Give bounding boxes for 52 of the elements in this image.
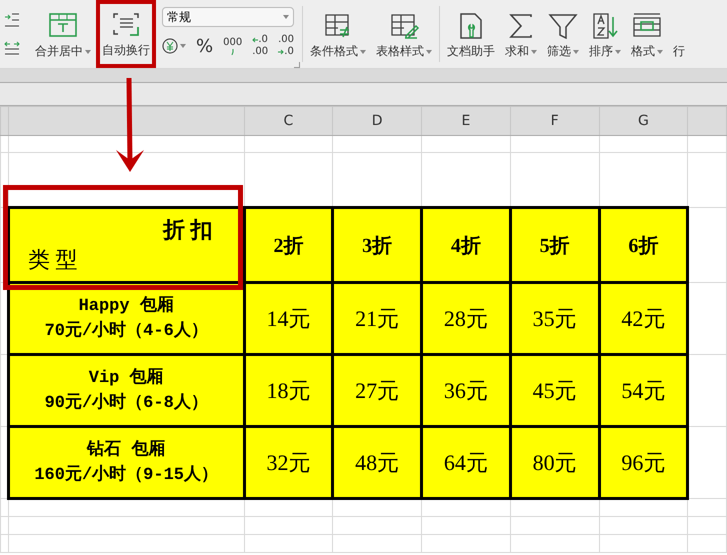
table-cell: 42元	[599, 282, 688, 354]
column-header[interactable]: F	[550, 113, 559, 129]
column-header[interactable]: G	[638, 113, 649, 129]
toolbar-button[interactable]: 行	[668, 0, 690, 68]
column-header[interactable]: E	[461, 113, 470, 129]
table-cell: 64元	[422, 426, 510, 498]
table-cell: 4折	[422, 208, 510, 282]
table-cell: 80元	[510, 426, 600, 498]
toolbar-button[interactable]: 表格样式	[371, 0, 437, 68]
currency-button[interactable]	[162, 38, 186, 54]
table-cell: 36元	[422, 354, 510, 426]
table-cell: 48元	[332, 426, 422, 498]
toolbar-button[interactable]: 筛选	[542, 0, 584, 68]
table-cell: 27元	[332, 354, 422, 426]
toolbar-button[interactable]: 排序	[584, 0, 626, 68]
arrow-icon	[278, 49, 284, 55]
table-cell: 21元	[332, 282, 422, 354]
table-cell: 35元	[510, 282, 600, 354]
table-cell: 钻石 包厢 160元/小时（9-15人）	[8, 426, 244, 498]
toolbar-button[interactable]: 求和	[500, 0, 542, 68]
toolbar-button[interactable]: 条件格式	[305, 0, 371, 68]
caret-icon	[283, 15, 289, 19]
table-cell: 32元	[244, 426, 333, 498]
comma-icon	[230, 48, 235, 54]
decrease-decimal-button[interactable]: .00 .0	[278, 35, 294, 57]
increase-decimal-button[interactable]: .0 .00	[252, 35, 268, 57]
table-cell: 14元	[244, 282, 333, 354]
table-cell: 45元	[510, 354, 600, 426]
table-cell: 18元	[244, 354, 333, 426]
column-header[interactable]: C	[284, 113, 294, 129]
column-header[interactable]: D	[372, 113, 383, 129]
arrow-icon	[252, 37, 258, 43]
thousands-button[interactable]: 000	[223, 38, 242, 54]
toolbar-button[interactable]: 自动换行	[96, 0, 156, 68]
toolbar-button[interactable]: 文档助手	[442, 0, 500, 68]
table-cell: Happy 包厢 70元/小时（4-6人）	[8, 282, 244, 354]
table-cell: 28元	[422, 282, 510, 354]
table-cell: Vip 包厢 90元/小时（6-8人）	[8, 354, 244, 426]
number-format-dropdown[interactable]: 常规	[162, 7, 294, 27]
table-cell: 54元	[599, 354, 688, 426]
table-cell: 3折	[332, 208, 422, 282]
table-cell: 96元	[599, 426, 688, 498]
format-icon	[631, 11, 663, 39]
toolbar-button[interactable]: 格式	[626, 0, 668, 68]
merge-icon	[47, 11, 79, 39]
table-cell: 2折	[244, 208, 333, 282]
indent-icon[interactable]	[4, 13, 20, 27]
percent-button[interactable]: %	[196, 36, 214, 56]
toolbar-button[interactable]: 合并居中	[30, 0, 96, 68]
table-cell: 6折	[599, 208, 688, 282]
table-cell: 5折	[510, 208, 600, 282]
spread-icon[interactable]	[4, 41, 20, 55]
